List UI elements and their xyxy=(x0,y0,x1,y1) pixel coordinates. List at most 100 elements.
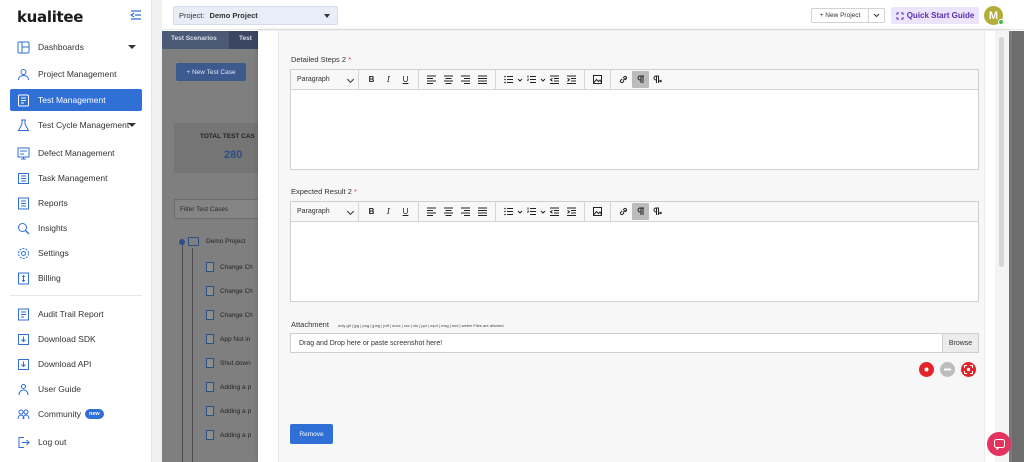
record-button[interactable] xyxy=(919,362,934,377)
list-group xyxy=(496,201,585,222)
link-icon[interactable] xyxy=(615,203,632,220)
tree-node[interactable]: Adding a p xyxy=(206,430,251,440)
image-icon[interactable] xyxy=(589,71,606,88)
indent-icon[interactable] xyxy=(563,71,580,88)
sidebar-item-label: Test Management xyxy=(38,95,106,105)
italic-icon[interactable]: I xyxy=(380,71,397,88)
tab-test-scenarios[interactable]: Test Scenarios xyxy=(171,35,217,42)
outdent-icon[interactable] xyxy=(546,71,563,88)
chat-support-button[interactable] xyxy=(987,432,1011,456)
expand-icon xyxy=(896,12,904,19)
tree-node-label: Change Ch xyxy=(220,263,253,271)
bold-icon[interactable]: B xyxy=(363,203,380,220)
paragraph-format-select[interactable]: Paragraph xyxy=(291,69,359,90)
browse-button[interactable]: Browse xyxy=(942,333,979,353)
sidebar-item-log-out[interactable]: Log out xyxy=(10,431,142,453)
user-guide-icon xyxy=(17,383,30,396)
project-select[interactable]: Project: Demo Project xyxy=(173,6,338,25)
align-center-icon[interactable] xyxy=(440,71,457,88)
sidebar-item-dashboards[interactable]: Dashboards xyxy=(10,36,142,58)
align-right-icon[interactable] xyxy=(457,71,474,88)
attachment-dropzone[interactable]: Drag and Drop here or paste screenshot h… xyxy=(290,333,943,353)
tree-node[interactable]: Adding a p xyxy=(206,406,251,416)
expected-result-textarea[interactable] xyxy=(291,222,978,301)
text-direction-icon[interactable] xyxy=(632,71,649,88)
numbered-list-icon[interactable] xyxy=(523,71,540,88)
tab-test-cases[interactable]: Test xyxy=(229,31,260,49)
underline-icon[interactable]: U xyxy=(397,203,414,220)
italic-icon[interactable]: I xyxy=(380,203,397,220)
paragraph-format-select[interactable]: Paragraph xyxy=(291,201,359,222)
indent-icon[interactable] xyxy=(563,203,580,220)
sidebar-item-billing[interactable]: Billing xyxy=(10,267,142,289)
screen-capture-button[interactable] xyxy=(961,362,976,377)
sidebar-item-settings[interactable]: Settings xyxy=(10,242,142,264)
sidebar-item-label: Log out xyxy=(38,437,67,447)
stop-button[interactable] xyxy=(940,362,955,377)
tree-node[interactable]: Adding a p xyxy=(206,382,251,392)
outdent-icon[interactable] xyxy=(546,203,563,220)
bullet-list-icon[interactable] xyxy=(500,203,517,220)
app-logo[interactable]: kualitee xyxy=(17,8,83,26)
alignment-group xyxy=(419,69,496,90)
new-project-button[interactable]: + New Project xyxy=(811,8,869,23)
sidebar-item-project-management[interactable]: Project Management xyxy=(10,63,142,85)
chevron-down-icon[interactable] xyxy=(128,123,136,127)
filter-test-cases-input[interactable]: Filter Test Cases xyxy=(174,199,264,219)
chevron-down-icon[interactable] xyxy=(128,45,136,49)
tree-collapse-icon[interactable] xyxy=(179,239,185,245)
logout-icon xyxy=(17,436,30,449)
align-center-icon[interactable] xyxy=(440,203,457,220)
collapse-sidebar-icon[interactable] xyxy=(130,10,142,20)
underline-icon[interactable]: U xyxy=(397,71,414,88)
sidebar-item-reports[interactable]: Reports xyxy=(10,192,142,214)
align-justify-icon[interactable] xyxy=(474,203,491,220)
tree-root-node[interactable]: Demo Project xyxy=(206,238,245,245)
project-management-icon xyxy=(17,68,30,81)
modal-scrollbar[interactable] xyxy=(995,31,1009,462)
billing-icon xyxy=(17,272,30,285)
paragraph-mark-icon[interactable] xyxy=(649,71,666,88)
top-header: Project: Demo Project + New Project Quic… xyxy=(162,0,1024,30)
align-left-icon[interactable] xyxy=(423,203,440,220)
align-left-icon[interactable] xyxy=(423,71,440,88)
numbered-list-icon[interactable] xyxy=(523,203,540,220)
tree-line xyxy=(182,245,183,462)
tree-node[interactable]: Shut down xyxy=(206,358,251,368)
bold-icon[interactable]: B xyxy=(363,71,380,88)
remove-button[interactable]: Remove xyxy=(290,424,333,444)
tree-node[interactable]: Change Ch xyxy=(206,286,253,296)
new-test-case-button[interactable]: + New Test Case xyxy=(176,63,246,81)
sidebar-item-task-management[interactable]: Task Management xyxy=(10,167,142,189)
align-right-icon[interactable] xyxy=(457,203,474,220)
tree-node[interactable]: App Not in xyxy=(206,334,250,344)
bullet-list-icon[interactable] xyxy=(500,71,517,88)
new-project-dropdown[interactable] xyxy=(868,8,885,23)
align-justify-icon[interactable] xyxy=(474,71,491,88)
tree-line xyxy=(192,248,193,462)
sidebar-item-label: Audit Trail Report xyxy=(38,309,104,319)
text-direction-icon[interactable] xyxy=(632,203,649,220)
image-icon[interactable] xyxy=(589,203,606,220)
tree-node[interactable]: Change Ch xyxy=(206,310,253,320)
sidebar-item-download-sdk[interactable]: Download SDK xyxy=(10,328,142,350)
sidebar-item-test-cycle-management[interactable]: Test Cycle Management xyxy=(10,114,142,136)
sidebar-item-audit-trail-report[interactable]: Audit Trail Report xyxy=(10,303,142,325)
detailed-steps-textarea[interactable] xyxy=(291,90,978,169)
expected-result-editor: Paragraph B I U xyxy=(290,201,979,302)
sidebar-item-user-guide[interactable]: User Guide xyxy=(10,378,142,400)
page-scrollbar[interactable] xyxy=(1012,31,1024,462)
sidebar-item-download-api[interactable]: Download API xyxy=(10,353,142,375)
sidebar-scrollbar[interactable] xyxy=(152,0,162,462)
scrollbar-thumb[interactable] xyxy=(999,37,1004,267)
sidebar-item-insights[interactable]: Insights xyxy=(10,217,142,239)
paragraph-mark-icon[interactable] xyxy=(649,203,666,220)
sidebar-item-label: Insights xyxy=(38,223,68,233)
quick-start-guide-button[interactable]: Quick Start Guide xyxy=(891,7,979,24)
insert-image-group xyxy=(585,69,611,90)
sidebar-item-defect-management[interactable]: Defect Management xyxy=(10,142,142,164)
tree-node[interactable]: Change Ch xyxy=(206,262,253,272)
link-icon[interactable] xyxy=(615,71,632,88)
sidebar-item-test-management[interactable]: Test Management xyxy=(10,89,142,111)
sidebar-item-community[interactable]: Community new xyxy=(10,403,142,425)
